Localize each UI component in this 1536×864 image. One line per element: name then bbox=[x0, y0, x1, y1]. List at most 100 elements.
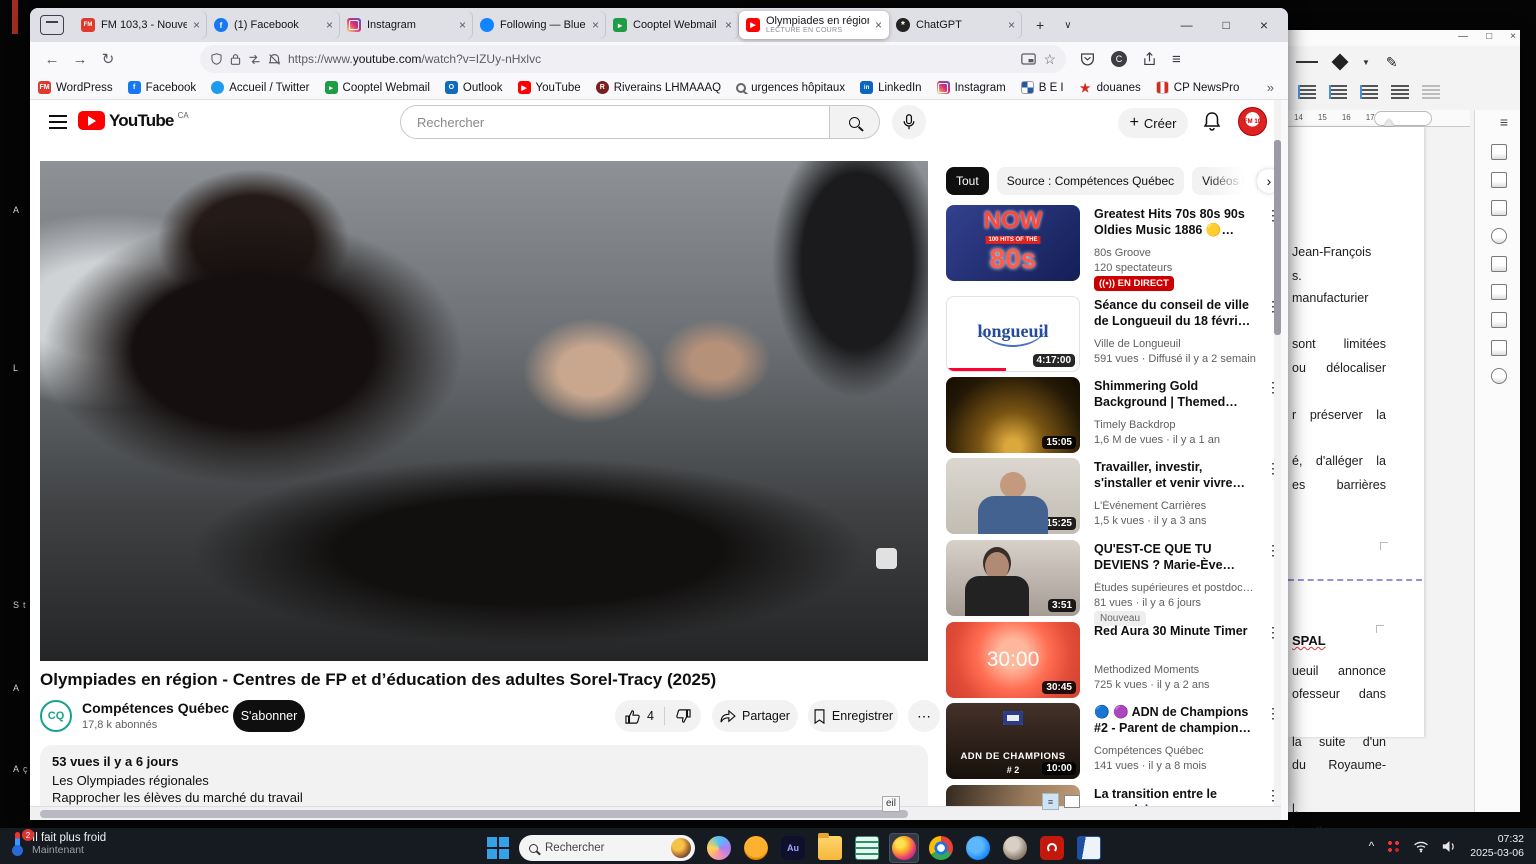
gallery-icon[interactable] bbox=[1491, 200, 1507, 216]
navigator-icon[interactable] bbox=[1491, 228, 1507, 244]
bookmark-item[interactable]: urgences hôpitaux bbox=[736, 81, 845, 94]
bookmark-item[interactable]: Accueil / Twitter bbox=[211, 81, 309, 94]
filter-chip[interactable]: Tout bbox=[946, 167, 989, 195]
tab-close-icon[interactable]: × bbox=[725, 18, 732, 32]
permissions-icon[interactable] bbox=[248, 54, 261, 65]
taskbar-app-button[interactable] bbox=[926, 833, 956, 863]
video-thumbnail[interactable]: NOW 100 HITS OF THE 80s bbox=[946, 205, 1080, 281]
tab-close-icon[interactable]: × bbox=[1008, 18, 1015, 32]
accessibility-check-icon[interactable] bbox=[1491, 340, 1507, 356]
browser-tab[interactable]: FM FM 103,3 - Nouvelles, × bbox=[74, 11, 207, 39]
taskbar-app-button[interactable] bbox=[852, 833, 882, 863]
document-text-line[interactable]: ou délocaliser bbox=[1292, 361, 1386, 375]
list-all-tabs-icon[interactable]: ∨ bbox=[1064, 20, 1071, 31]
browser-tab[interactable]: ▸ Cooptel Webmail :: Bo × bbox=[606, 11, 739, 39]
writer-ruler[interactable]: 141516171819 bbox=[1288, 110, 1470, 127]
pen-tool-icon[interactable]: ✎ bbox=[1386, 54, 1398, 71]
video-thumbnail[interactable]: 30:00 30:45 bbox=[946, 622, 1080, 698]
taskbar-app-button[interactable] bbox=[889, 833, 919, 863]
suggested-video-channel[interactable]: L'Événement Carrières bbox=[1094, 500, 1254, 512]
firefox-view-icon[interactable] bbox=[40, 15, 64, 35]
taskbar-app-button[interactable]: Au bbox=[778, 833, 808, 863]
writer-maximize-button[interactable]: □ bbox=[1486, 31, 1492, 42]
suggested-video-title[interactable]: Travailler, investir, s'installer et ven… bbox=[1094, 459, 1254, 492]
bookmarks-overflow-button[interactable]: » bbox=[1267, 80, 1288, 95]
share-icon[interactable] bbox=[1143, 52, 1156, 66]
overlay-list-icon[interactable]: ≡ bbox=[1042, 793, 1059, 810]
taskbar-app-button[interactable] bbox=[1074, 833, 1104, 863]
wifi-icon[interactable] bbox=[1413, 840, 1429, 853]
video-thumbnail[interactable]: ADN DE CHAMPIONS # 2 10:00 bbox=[946, 703, 1080, 779]
document-text-line[interactable]: manufacturier bbox=[1292, 291, 1386, 305]
url-bar[interactable]: https://www.youtube.com/watch?v=IZUy-nHx… bbox=[200, 45, 1066, 73]
taskbar-app-button[interactable] bbox=[1000, 833, 1030, 863]
overlay-window-icon[interactable] bbox=[1064, 795, 1080, 808]
channel-watermark[interactable] bbox=[876, 548, 897, 569]
pocket-icon[interactable] bbox=[1080, 52, 1095, 66]
thumbs-up-icon[interactable] bbox=[625, 709, 641, 724]
suggested-video-title[interactable]: QU'EST-CE QUE TU DEVIENS ? Marie-Ève Gad… bbox=[1094, 541, 1254, 574]
taskbar-search-input[interactable]: Rechercher bbox=[519, 835, 695, 861]
bookmark-item[interactable]: CP NewsPro bbox=[1156, 81, 1240, 94]
window-maximize-button[interactable]: □ bbox=[1223, 18, 1230, 32]
share-button[interactable]: Partager bbox=[712, 700, 798, 732]
bookmark-item[interactable]: R Riverains LHMAAAQ bbox=[596, 81, 721, 94]
page-scrollbar-thumb[interactable] bbox=[1274, 140, 1281, 335]
suggested-video-channel[interactable]: Études supérieures et postdoctorale... bbox=[1094, 582, 1254, 594]
document-text-line[interactable]: l. bbox=[1292, 802, 1386, 816]
suggested-video[interactable]: La transition entre le secondaire ⋮ bbox=[946, 785, 1281, 806]
suggested-video-channel[interactable]: Timely Backdrop bbox=[1094, 419, 1254, 431]
document-text-line[interactable]: du Royaume- bbox=[1292, 758, 1386, 772]
filter-chip[interactable]: Source : Compétences Québec bbox=[997, 167, 1184, 195]
indent-increase-icon[interactable] bbox=[1298, 85, 1316, 99]
tab-close-icon[interactable]: × bbox=[459, 18, 466, 32]
youtube-logo[interactable]: YouTube CA bbox=[78, 111, 189, 130]
bookmark-item[interactable]: O Outlook bbox=[445, 81, 503, 94]
suggested-video-channel[interactable]: Compétences Québec bbox=[1094, 745, 1254, 757]
autoplay-blocked-icon[interactable] bbox=[268, 53, 281, 66]
guide-menu-icon[interactable] bbox=[49, 115, 67, 129]
channel-avatar[interactable]: CQ bbox=[40, 700, 72, 732]
video-thumbnail[interactable]: 15:25 bbox=[946, 458, 1080, 534]
video-thumbnail[interactable] bbox=[946, 785, 1080, 806]
properties-panel-icon[interactable] bbox=[1491, 144, 1507, 160]
ruler-tabstop[interactable] bbox=[1374, 111, 1432, 126]
document-text-line[interactable]: SPAL bbox=[1292, 633, 1386, 648]
writer-minimize-button[interactable]: — bbox=[1458, 31, 1468, 42]
description-box[interactable]: 53 vues il y a 6 jours Les Olympiades ré… bbox=[40, 745, 928, 806]
tab-close-icon[interactable]: × bbox=[875, 18, 882, 32]
taskbar-app-button[interactable] bbox=[741, 833, 771, 863]
suggested-video[interactable]: 15:25 Travailler, investir, s'installer … bbox=[946, 458, 1281, 536]
bookmark-item[interactable]: FM WordPress bbox=[38, 81, 113, 94]
back-button[interactable]: ← bbox=[38, 51, 66, 68]
channel-name[interactable]: Compétences Québec bbox=[82, 700, 229, 716]
page-scrollbar-track[interactable] bbox=[1274, 100, 1281, 806]
bookmark-item[interactable]: ▸ Cooptel Webmail bbox=[325, 81, 430, 94]
more-actions-button[interactable]: ⋯ bbox=[908, 700, 940, 732]
suggested-video-channel[interactable]: Ville de Longueuil bbox=[1094, 338, 1254, 350]
like-dislike-buttons[interactable]: 4 bbox=[615, 700, 701, 732]
writer-window[interactable]: — □ × ▼ ✎ 141516171819 Jean-F bbox=[1288, 30, 1520, 812]
line-tool-icon[interactable] bbox=[1296, 61, 1318, 63]
chevron-down-icon[interactable]: ▼ bbox=[1362, 58, 1370, 67]
taskbar-app-button[interactable] bbox=[1037, 833, 1067, 863]
forward-button[interactable]: → bbox=[66, 51, 94, 68]
suggested-video-title[interactable]: Séance du conseil de ville de Longueuil … bbox=[1094, 297, 1254, 330]
bookmark-item[interactable]: B E I bbox=[1021, 81, 1064, 94]
document-text-line[interactable]: es barrières bbox=[1292, 478, 1386, 492]
horizontal-scrollbar-track[interactable] bbox=[30, 806, 1281, 820]
indent-marker-icon[interactable] bbox=[1384, 119, 1394, 126]
document-text-line[interactable]: Jean-François bbox=[1292, 245, 1386, 259]
horizontal-scrollbar-thumb[interactable] bbox=[40, 810, 908, 818]
new-tab-button[interactable]: + bbox=[1036, 17, 1044, 33]
window-minimize-button[interactable]: — bbox=[1181, 18, 1193, 32]
tab-close-icon[interactable]: × bbox=[193, 18, 200, 32]
indent-decrease-icon[interactable] bbox=[1329, 85, 1347, 99]
character-style-icon[interactable] bbox=[1491, 172, 1507, 188]
bookmark-item[interactable]: ★ douanes bbox=[1079, 81, 1141, 94]
document-text-line[interactable]: é, d'alléger la bbox=[1292, 454, 1386, 468]
bookmark-item[interactable]: f Facebook bbox=[128, 81, 197, 94]
writer-close-button[interactable]: × bbox=[1510, 31, 1516, 42]
start-button[interactable] bbox=[486, 836, 510, 860]
browser-tab[interactable]: f (1) Facebook × bbox=[207, 11, 340, 39]
